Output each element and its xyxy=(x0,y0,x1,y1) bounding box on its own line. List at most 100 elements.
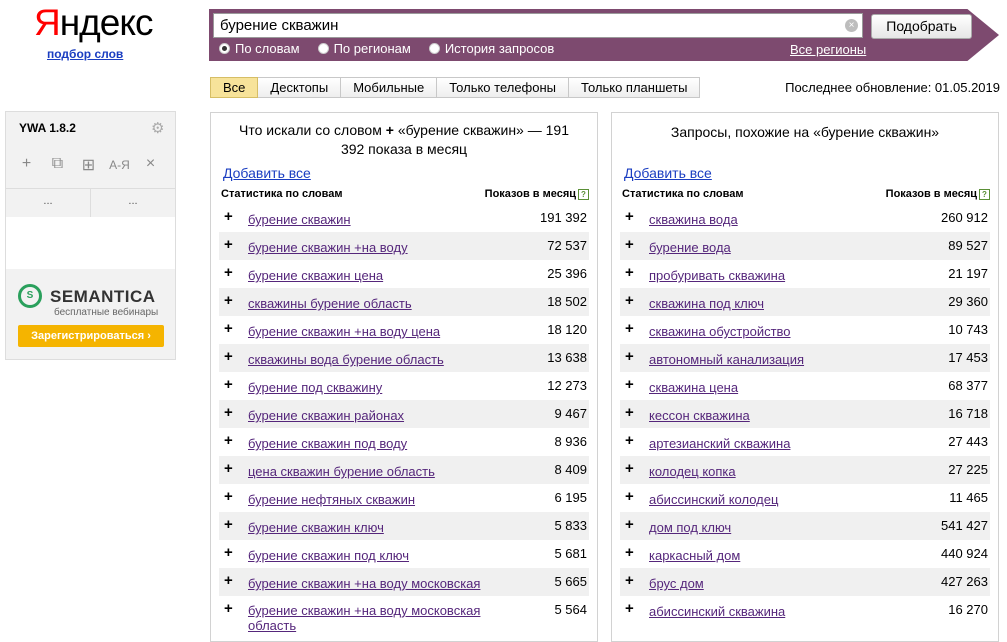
close-icon[interactable]: × xyxy=(140,155,161,175)
radio-by-regions[interactable]: По регионам xyxy=(317,41,411,56)
add-all-link[interactable]: Добавить все xyxy=(624,165,712,181)
help-icon[interactable]: ? xyxy=(578,188,589,200)
table-row: + бурение скважин +на воду цена 18 120 xyxy=(219,316,589,344)
keyword-link[interactable]: цена скважин бурение область xyxy=(248,464,435,479)
keyword-link[interactable]: бурение скважин цена xyxy=(248,268,383,283)
table-row: + бурение скважин ключ 5 833 xyxy=(219,512,589,540)
add-plus-icon[interactable]: + xyxy=(625,292,634,309)
table-row: + дом под ключ 541 427 xyxy=(620,512,990,540)
keyword-link[interactable]: скважины бурение область xyxy=(248,296,412,311)
add-plus-icon[interactable]: + xyxy=(224,544,233,561)
keyword-link[interactable]: скважина обустройство xyxy=(649,324,791,339)
table-row: + бурение скважин +на воду 72 537 xyxy=(219,232,589,260)
keyword-link[interactable]: автономный канализация xyxy=(649,352,804,367)
keyword-link[interactable]: брус дом xyxy=(649,576,704,591)
keyword-link[interactable]: дом под ключ xyxy=(649,520,731,535)
tab-desktops[interactable]: Десктопы xyxy=(258,77,342,98)
add-plus-icon[interactable]: + xyxy=(625,320,634,337)
table-row: + скважины бурение область 18 502 xyxy=(219,288,589,316)
yandex-logo[interactable]: Яндекс xyxy=(34,3,153,43)
col-shows-label: Показов в месяц xyxy=(885,188,977,200)
keyword-link[interactable]: бурение вода xyxy=(649,240,731,255)
add-plus-icon[interactable]: + xyxy=(224,376,233,393)
tab-phones[interactable]: Только телефоны xyxy=(437,77,570,98)
sort-icon[interactable]: А-Я xyxy=(109,155,130,175)
add-plus-icon[interactable]: + xyxy=(224,516,233,533)
add-plus-icon[interactable]: + xyxy=(224,600,233,617)
help-icon[interactable]: ? xyxy=(979,188,990,200)
keyword-link[interactable]: каркасный дом xyxy=(649,548,740,563)
add-plus-icon[interactable]: + xyxy=(625,432,634,449)
keyword-link[interactable]: абиссинский скважина xyxy=(649,604,785,619)
add-plus-icon[interactable]: + xyxy=(625,600,634,617)
add-plus-icon[interactable]: + xyxy=(224,236,233,253)
wordstat-link[interactable]: подбор слов xyxy=(47,47,123,61)
keyword-link[interactable]: бурение скважин +на воду московская xyxy=(248,576,480,591)
keyword-link[interactable]: артезианский скважина xyxy=(649,436,790,451)
add-plus-icon[interactable]: + xyxy=(224,292,233,309)
keyword-link[interactable]: бурение скважин под ключ xyxy=(248,548,409,563)
register-button[interactable]: Зарегистрироваться › xyxy=(18,325,164,347)
keyword-link[interactable]: скважина вода xyxy=(649,212,738,227)
tab-all[interactable]: Все xyxy=(210,77,259,98)
shows-count: 18 120 xyxy=(547,322,587,337)
add-plus-icon[interactable]: + xyxy=(224,460,233,477)
add-plus-icon[interactable]: + xyxy=(625,236,634,253)
keyword-link[interactable]: пробуривать скважина xyxy=(649,268,785,283)
add-plus-icon[interactable]: + xyxy=(625,376,634,393)
keyword-link[interactable]: бурение скважин +на воду цена xyxy=(248,324,440,339)
keyword-link[interactable]: колодец копка xyxy=(649,464,736,479)
add-plus-icon[interactable]: + xyxy=(625,404,634,421)
shows-count: 8 936 xyxy=(554,434,587,449)
left-rows: + бурение скважин 191 392 + бурение скважин … xyxy=(219,204,589,633)
keyword-link[interactable]: бурение под скважину xyxy=(248,380,382,395)
add-plus-icon[interactable]: + xyxy=(625,348,634,365)
add-plus-icon[interactable]: + xyxy=(625,516,634,533)
keyword-link[interactable]: бурение скважин районах xyxy=(248,408,404,423)
shows-count: 27 225 xyxy=(948,462,988,477)
radio-by-words[interactable]: По словам xyxy=(219,41,300,56)
keyword-link[interactable]: бурение скважин ключ xyxy=(248,520,384,535)
clear-icon[interactable]: × xyxy=(845,19,858,32)
ywa-cell[interactable]: ... xyxy=(6,189,91,217)
search-input[interactable] xyxy=(213,13,863,38)
add-plus-icon[interactable]: + xyxy=(625,488,634,505)
keyword-link[interactable]: кессон скважина xyxy=(649,408,750,423)
export-icon[interactable]: ⊞ xyxy=(78,155,99,175)
keyword-link[interactable]: скважины вода бурение область xyxy=(248,352,444,367)
add-plus-icon[interactable]: + xyxy=(224,348,233,365)
keyword-link[interactable]: абиссинский колодец xyxy=(649,492,778,507)
add-plus-icon[interactable]: + xyxy=(224,264,233,281)
add-icon[interactable]: + xyxy=(16,155,37,175)
keyword-link[interactable]: бурение нефтяных скважин xyxy=(248,492,415,507)
add-plus-icon[interactable]: + xyxy=(224,208,233,225)
shows-count: 10 743 xyxy=(948,322,988,337)
add-plus-icon[interactable]: + xyxy=(625,208,634,225)
add-plus-icon[interactable]: + xyxy=(625,264,634,281)
add-plus-icon[interactable]: + xyxy=(224,572,233,589)
all-regions-link[interactable]: Все регионы xyxy=(790,42,866,57)
radio-history[interactable]: История запросов xyxy=(428,41,554,56)
right-panel-title: Запросы, похожие на «бурение скважин» xyxy=(670,124,940,140)
add-plus-icon[interactable]: + xyxy=(625,460,634,477)
add-plus-icon[interactable]: + xyxy=(224,320,233,337)
keyword-link[interactable]: бурение скважин +на воду xyxy=(248,240,408,255)
add-all-link[interactable]: Добавить все xyxy=(223,165,311,181)
keyword-link[interactable]: бурение скважин под воду xyxy=(248,436,407,451)
keyword-link[interactable]: скважина цена xyxy=(649,380,738,395)
add-plus-icon[interactable]: + xyxy=(224,488,233,505)
search-button[interactable]: Подобрать xyxy=(871,14,972,39)
keyword-link[interactable]: бурение скважин +на воду московская обла… xyxy=(248,603,488,633)
keyword-link[interactable]: бурение скважин xyxy=(248,212,351,227)
gear-icon[interactable]: ⚙ xyxy=(151,119,164,137)
add-plus-icon[interactable]: + xyxy=(224,404,233,421)
keyword-link[interactable]: скважина под ключ xyxy=(649,296,764,311)
copy-icon[interactable]: ⧉ xyxy=(47,155,68,175)
ywa-list xyxy=(6,217,175,269)
tab-mobile[interactable]: Мобильные xyxy=(341,77,438,98)
add-plus-icon[interactable]: + xyxy=(224,432,233,449)
add-plus-icon[interactable]: + xyxy=(625,544,634,561)
tab-tablets[interactable]: Только планшеты xyxy=(569,77,701,98)
ywa-cell[interactable]: ... xyxy=(91,189,175,217)
add-plus-icon[interactable]: + xyxy=(625,572,634,589)
